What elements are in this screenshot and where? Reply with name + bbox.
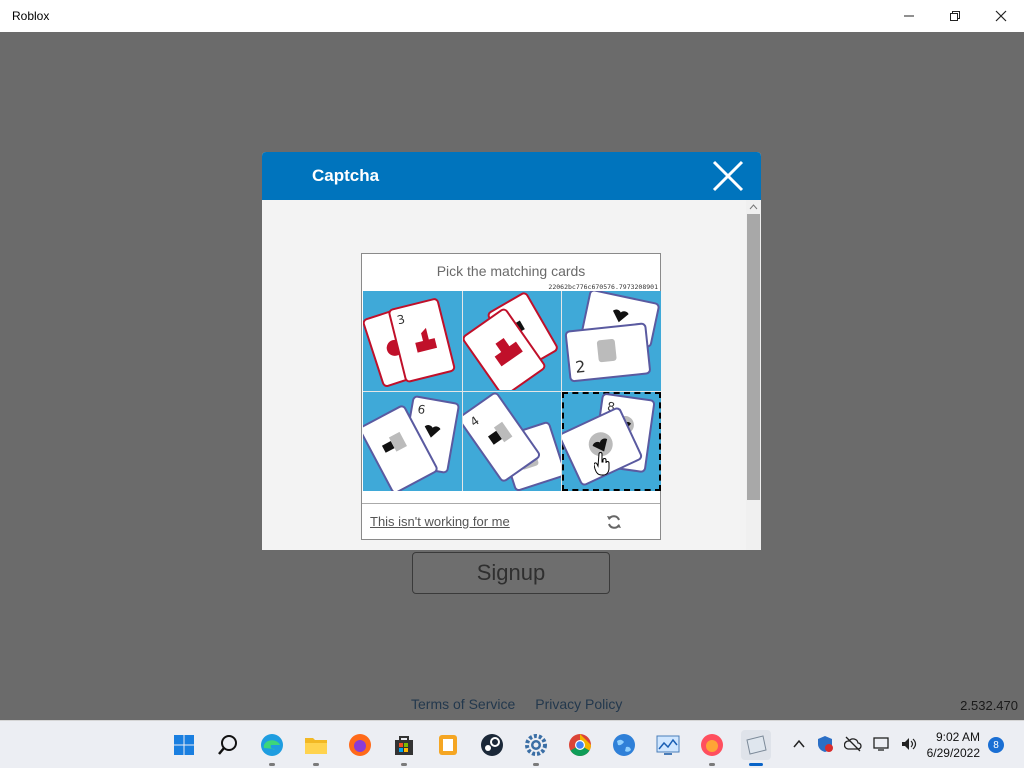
close-icon [995,10,1007,22]
restore-icon [950,11,960,21]
notification-badge[interactable]: 8 [988,737,1004,753]
roblox-icon [746,735,767,755]
running-indicator [401,763,407,766]
chevron-up-icon[interactable] [792,737,806,751]
taskbar-steam[interactable] [477,730,507,760]
captcha-tile-6[interactable]: 8 [562,391,661,491]
refresh-icon [607,515,621,529]
captcha-tile-4[interactable]: 6 [363,391,462,491]
minimize-icon [904,15,914,17]
taskbar-roblox[interactable] [741,730,771,766]
captcha-help-link[interactable]: This isn't working for me [370,514,510,529]
captcha-challenge: Pick the matching cards 22062bc776c67057… [361,253,661,540]
restore-button[interactable] [932,0,978,32]
captcha-tile-2[interactable]: 10 [462,291,562,391]
taskbar: 9:02 AM 6/29/2022 8 [0,720,1024,768]
modal-body: Pick the matching cards 22062bc776c67057… [262,200,761,550]
close-window-button[interactable] [978,0,1024,32]
card-pair-image: 10 [462,292,558,390]
captcha-divider [362,503,660,504]
windows-start-icon [174,735,194,755]
globe-icon [613,734,635,756]
running-indicator [313,763,319,766]
card-number: 2 [575,357,587,377]
taskbar-file-explorer[interactable] [301,730,331,766]
edge-icon [261,734,283,756]
start-button[interactable] [169,730,199,760]
volume-icon[interactable] [900,736,918,752]
taskbar-clock[interactable]: 9:02 AM 6/29/2022 [918,729,980,761]
clock-date: 6/29/2022 [926,746,980,760]
store-bag-icon [395,736,413,755]
taskbar-globe[interactable] [609,730,639,760]
running-indicator [269,763,275,766]
monitor-chart-icon [656,735,680,755]
running-indicator [749,763,763,766]
running-indicator [533,763,539,766]
taskbar-chrome[interactable] [565,730,595,760]
minimize-button[interactable] [886,0,932,32]
window-controls [886,0,1024,32]
taskbar-notes[interactable] [433,730,463,760]
captcha-tile-1[interactable]: 3 [363,291,462,391]
version-label: 2.532.470 [960,698,1018,713]
running-indicator [709,763,715,766]
steam-icon [481,734,503,756]
captcha-prompt: Pick the matching cards [436,263,586,279]
modal-scrollbar[interactable] [746,200,761,550]
taskbar-store[interactable] [389,730,419,766]
footer-links: Terms of Service Privacy Policy [411,696,622,712]
card-pair-image: 2 [565,291,660,383]
window-title: Roblox [12,9,50,23]
window-titlebar: Roblox [0,0,1024,32]
privacy-policy-link[interactable]: Privacy Policy [535,696,622,712]
network-icon[interactable] [872,736,890,752]
card-pair-image: 6 [363,395,460,491]
taskbar-firefox[interactable] [345,730,375,760]
terms-of-service-link[interactable]: Terms of Service [411,696,515,712]
modal-title: Captcha [312,166,380,185]
search-icon [218,735,237,755]
system-tray [792,735,918,753]
captcha-refresh-button[interactable] [606,514,622,530]
close-icon [712,160,744,192]
taskbar-firefox-2[interactable] [697,730,727,766]
captcha-tile-3[interactable]: 2 [562,291,661,391]
modal-header: Captcha [262,152,761,200]
scroll-thumb[interactable] [747,214,760,500]
taskbar-resource-monitor[interactable] [653,730,683,760]
notes-icon [439,735,457,755]
modal-close-button[interactable] [711,159,745,193]
gear-icon [525,734,547,756]
signup-button[interactable]: Signup [412,552,610,594]
taskbar-settings[interactable] [521,730,551,766]
captcha-tile-5[interactable]: 4 [462,391,562,491]
clock-time: 9:02 AM [935,730,980,744]
card-pair-image: 4 [462,392,562,491]
scroll-up-arrow-icon[interactable] [749,202,758,211]
card-pair-image: 8 [562,392,656,486]
taskbar-edge[interactable] [257,730,287,766]
hand-cursor-icon [594,452,610,476]
folder-icon [305,738,327,754]
firefox-icon [701,734,723,756]
search-button[interactable] [213,730,243,760]
captcha-challenge-id: 22062bc776c670576.7973208901 [548,283,658,291]
cloud-offline-icon[interactable] [844,736,862,752]
firefox-icon [349,734,371,756]
captcha-modal: Captcha Pick the matching cards 22062bc7… [262,152,761,550]
security-shield-icon[interactable] [816,735,834,753]
chrome-icon [569,734,591,756]
captcha-grid: 3 10 [363,291,661,491]
taskbar-apps [169,730,771,766]
card-pair-image: 3 [363,298,456,387]
